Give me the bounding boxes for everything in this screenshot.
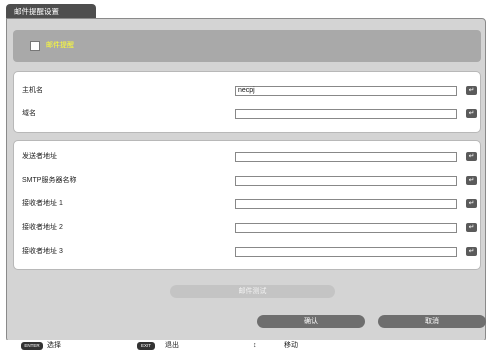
sender-address-field[interactable] [235,152,457,162]
recipient-address-2-label: 接收者地址 2 [22,224,63,231]
recipient-address-3-enter-icon[interactable]: ↵ [466,247,477,256]
dialog-title: 邮件提醒设置 [6,4,96,19]
mail-alert-checkbox[interactable] [30,41,40,51]
recipient-address-2-field[interactable] [235,223,457,233]
mail-alert-label: 邮件提醒 [46,42,74,49]
mail-settings-group: 发送者地址 ↵ SMTP服务器名称 ↵ 接收者地址 1 ↵ 接收者地址 2 ↵ … [13,140,481,270]
smtp-server-field[interactable] [235,176,457,186]
domain-label: 域名 [22,110,36,117]
hostname-label: 主机名 [22,87,43,94]
recipient-address-3-label: 接收者地址 3 [22,248,63,255]
sender-address-enter-icon[interactable]: ↵ [466,152,477,161]
host-settings-group: 主机名 necpj ↵ 域名 ↵ [13,71,481,133]
mail-test-button[interactable]: 邮件测试 [170,285,335,298]
recipient-address-1-label: 接收者地址 1 [22,200,63,207]
recipient-address-1-field[interactable] [235,199,457,209]
footer-key-hints: ENTER 选择 EXIT 退出 ↕ 移动 [0,340,494,350]
mail-alert-dialog: 邮件提醒设置 邮件提醒 主机名 necpj ↵ 域名 ↵ 发送者地址 ↵ SMT… [0,0,494,350]
smtp-server-enter-icon[interactable]: ↵ [466,176,477,185]
mail-alert-toggle-row[interactable]: 邮件提醒 [13,30,481,62]
hostname-enter-icon[interactable]: ↵ [466,86,477,95]
sender-address-label: 发送者地址 [22,153,57,160]
recipient-address-1-enter-icon[interactable]: ↵ [466,199,477,208]
recipient-address-3-field[interactable] [235,247,457,257]
hostname-field[interactable]: necpj [235,86,457,96]
recipient-address-2-enter-icon[interactable]: ↵ [466,223,477,232]
smtp-server-label: SMTP服务器名称 [22,177,77,184]
domain-enter-icon[interactable]: ↵ [466,109,477,118]
domain-field[interactable] [235,109,457,119]
cancel-button[interactable]: 取消 [378,315,486,328]
ok-button[interactable]: 确认 [257,315,365,328]
